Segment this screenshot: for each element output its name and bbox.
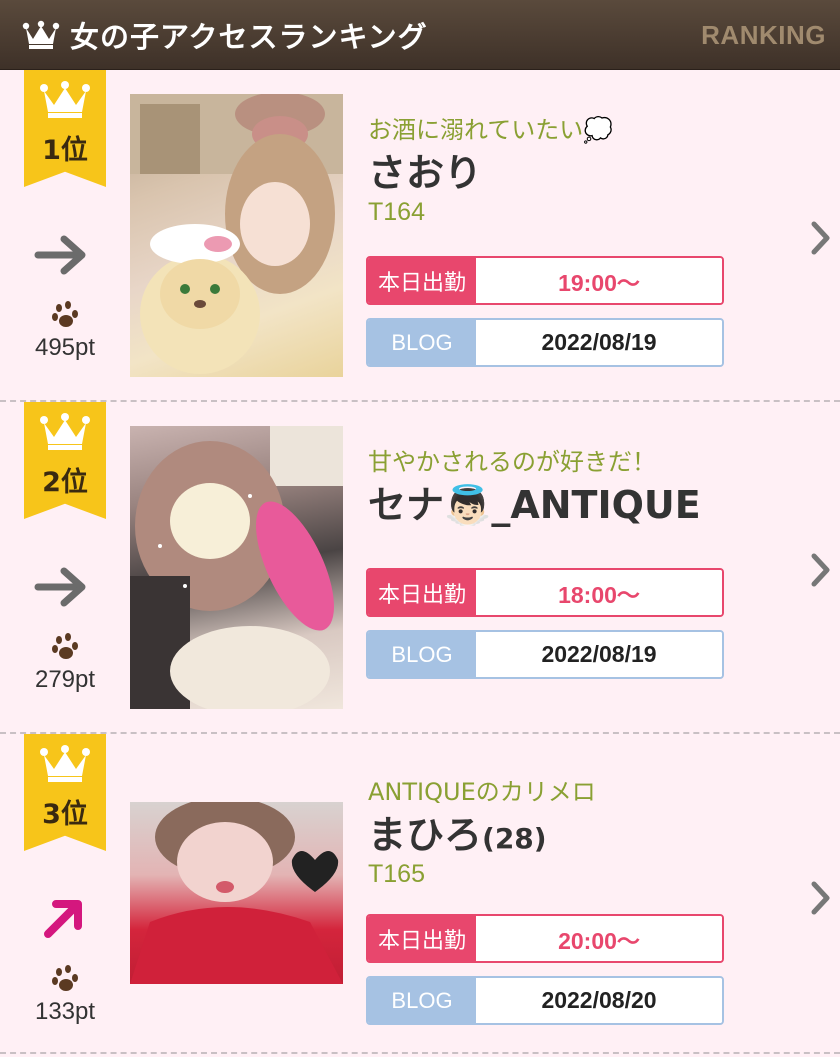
work-label: 本日出勤 bbox=[368, 570, 476, 615]
height-text: T165 bbox=[368, 860, 425, 888]
arrow-right-icon bbox=[34, 567, 86, 607]
catchcopy: 甘やかされるのが好きだ！ bbox=[368, 448, 656, 476]
blog-date: 2022/08/19 bbox=[476, 632, 722, 677]
rank-badge: 2位 bbox=[24, 402, 106, 519]
rank-number: 3位 bbox=[42, 799, 88, 830]
blog-box[interactable]: BLOG 2022/08/20 bbox=[366, 976, 724, 1025]
blog-date: 2022/08/20 bbox=[476, 978, 722, 1023]
points-value: 133pt bbox=[34, 998, 96, 1025]
work-label: 本日出勤 bbox=[368, 258, 476, 303]
catchcopy: ANTIQUEのカリメロ bbox=[368, 778, 596, 806]
girl-name[interactable]: さおり bbox=[368, 142, 482, 197]
crown-icon bbox=[22, 20, 60, 49]
blog-date: 2022/08/19 bbox=[476, 320, 722, 365]
girl-name[interactable]: セナ👼🏻_ANTIQUE bbox=[368, 474, 701, 529]
crown-icon bbox=[40, 81, 90, 118]
name-text: セナ👼🏻_ANTIQUE bbox=[368, 483, 701, 527]
age-text: (28) bbox=[482, 822, 547, 855]
arrow-up-right-icon bbox=[44, 900, 82, 938]
ranking-row-2[interactable]: 2位 279pt 甘やかされるのが好きだ！ セナ👼🏻_ANTIQUE 本日出勤 … bbox=[0, 402, 840, 734]
catchcopy: お酒に溺れていたい💭 bbox=[368, 116, 614, 144]
profile-photo[interactable] bbox=[130, 94, 343, 377]
crown-icon bbox=[40, 745, 90, 782]
work-today-box: 本日出勤 19:00〜 bbox=[366, 256, 724, 305]
work-time: 19:00〜 bbox=[476, 258, 722, 303]
arrow-right-icon bbox=[34, 235, 86, 275]
work-time: 20:00〜 bbox=[476, 916, 722, 961]
paw-icon bbox=[52, 965, 78, 991]
rank-number: 1位 bbox=[42, 135, 88, 166]
ranking-row-3[interactable]: 3位 133pt ANTIQUEのカリメロ まひろ(28) T165 本日出勤 … bbox=[0, 734, 840, 1054]
crown-icon bbox=[40, 413, 90, 450]
name-text: さおり bbox=[368, 151, 483, 195]
page-title: 女の子アクセスランキング bbox=[70, 19, 428, 54]
girl-name[interactable]: まひろ(28) bbox=[368, 804, 547, 859]
blog-label: BLOG bbox=[368, 320, 476, 365]
blog-box[interactable]: BLOG 2022/08/19 bbox=[366, 630, 724, 679]
rank-badge: 3位 bbox=[24, 734, 106, 851]
profile-photo[interactable] bbox=[130, 802, 343, 984]
chevron-right-icon[interactable] bbox=[810, 220, 832, 256]
rank-number: 2位 bbox=[42, 467, 88, 498]
chevron-right-icon[interactable] bbox=[810, 880, 832, 916]
blog-label: BLOG bbox=[368, 978, 476, 1023]
work-today-box: 本日出勤 20:00〜 bbox=[366, 914, 724, 963]
points-value: 495pt bbox=[34, 334, 96, 361]
work-today-box: 本日出勤 18:00〜 bbox=[366, 568, 724, 617]
name-text: まひろ bbox=[368, 813, 483, 857]
work-time: 18:00〜 bbox=[476, 570, 722, 615]
paw-icon bbox=[52, 633, 78, 659]
height-text: T164 bbox=[368, 198, 425, 226]
ranking-header: 女の子アクセスランキング RANKING bbox=[0, 0, 840, 70]
ranking-row-1[interactable]: 1位 495pt お酒に溺れていたい💭 さおり T164 本日出勤 19:00〜… bbox=[0, 70, 840, 402]
chevron-right-icon[interactable] bbox=[810, 552, 832, 588]
work-label: 本日出勤 bbox=[368, 916, 476, 961]
rank-badge: 1位 bbox=[24, 70, 106, 187]
ranking-label: RANKING bbox=[701, 20, 826, 50]
blog-box[interactable]: BLOG 2022/08/19 bbox=[366, 318, 724, 367]
paw-icon bbox=[52, 301, 78, 327]
blog-label: BLOG bbox=[368, 632, 476, 677]
points-value: 279pt bbox=[34, 666, 96, 693]
profile-photo[interactable] bbox=[130, 426, 343, 709]
